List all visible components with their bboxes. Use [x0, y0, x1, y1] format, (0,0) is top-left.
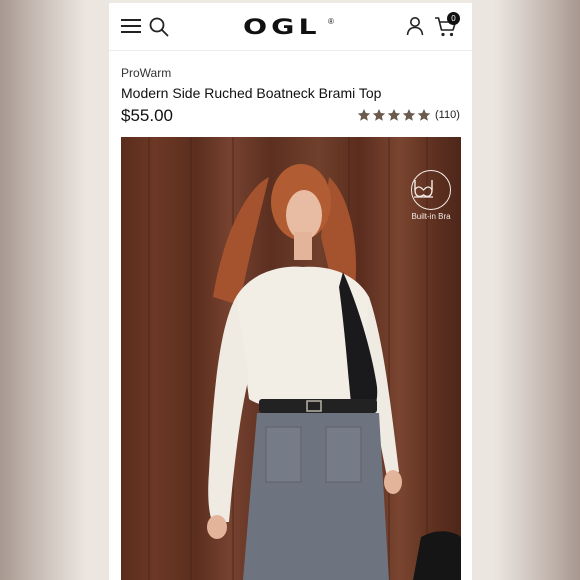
cart-count-badge: 0 [447, 12, 460, 25]
star-icon [357, 109, 371, 121]
product-price: $55.00 [121, 106, 173, 125]
star-icon [387, 109, 401, 121]
product-brand[interactable]: ProWarm [121, 66, 171, 80]
star-icon [417, 109, 431, 121]
hamburger-menu-icon[interactable] [121, 18, 141, 34]
built-in-bra-label: Built-in Bra [411, 212, 451, 221]
registered-mark: ® [328, 17, 334, 26]
star-icon [402, 109, 416, 121]
star-icon [372, 109, 386, 121]
rating-stars[interactable] [357, 108, 431, 122]
site-header: OGL ® 0 [109, 3, 472, 51]
review-count[interactable]: (110) [435, 109, 460, 121]
brand-logo[interactable]: OGL [243, 15, 378, 39]
product-page: OGL ® 0 ProWarm Modern Side Ruched Boatn… [109, 0, 472, 580]
built-in-bra-badge: Built-in Bra [405, 170, 457, 230]
product-title: Modern Side Ruched Boatneck Brami Top [121, 85, 382, 101]
product-photo[interactable]: Built-in Bra [121, 137, 461, 580]
user-icon[interactable] [405, 16, 425, 36]
search-icon[interactable] [149, 17, 169, 37]
bra-outline-icon [411, 170, 451, 210]
